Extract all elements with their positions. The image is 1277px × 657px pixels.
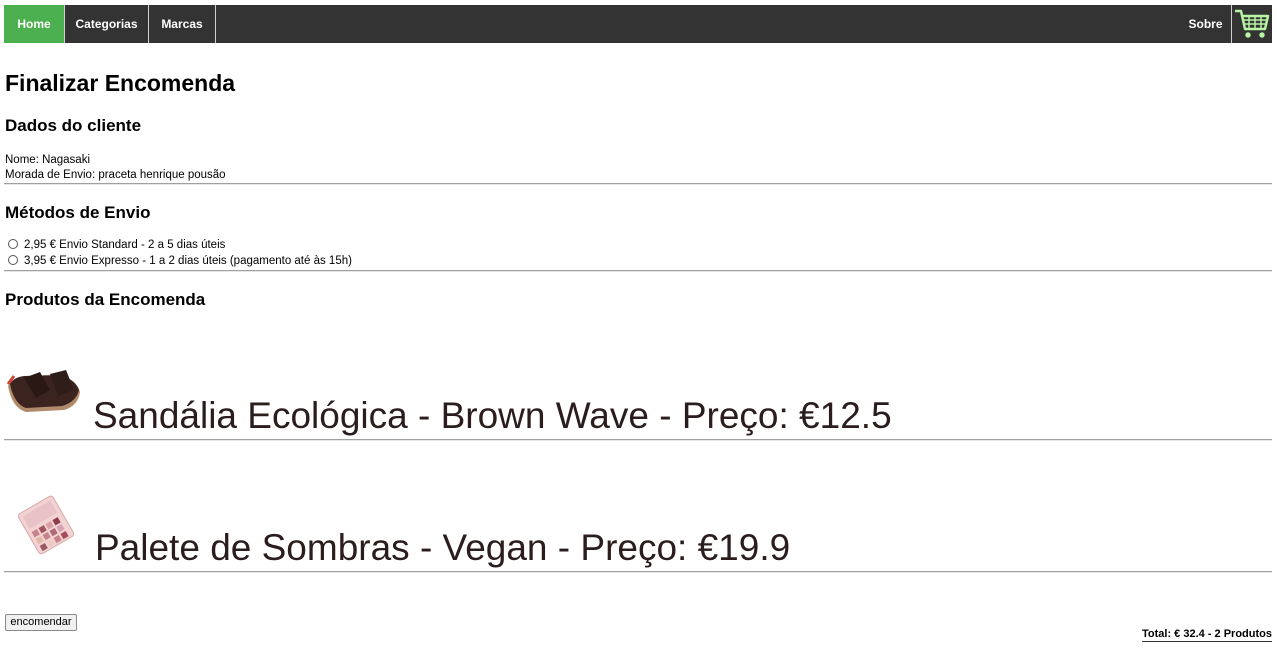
divider [4,439,1272,441]
radio-button[interactable] [8,255,18,265]
envio-option-label: 3,95 € Envio Expresso - 1 a 2 dias úteis… [24,255,352,267]
product-title: Palete de Sombras - Vegan - Preço: €19.9 [95,527,791,568]
envio-option-expresso[interactable]: 3,95 € Envio Expresso - 1 a 2 dias úteis… [8,254,352,269]
nav-sobre[interactable]: Sobre [1180,5,1232,43]
order-total: Total: € 32.4 - 2 Produtos [1142,628,1272,642]
nav-categorias[interactable]: Categorias [64,5,149,43]
envio-option-label: 2,95 € Envio Standard - 2 a 5 dias úteis [24,239,226,251]
navbar: Home Categorias Marcas Sobre [4,5,1272,43]
encomendar-button[interactable]: encomendar [5,614,77,631]
radio-button[interactable] [8,239,18,249]
envio-option-standard[interactable]: 2,95 € Envio Standard - 2 a 5 dias úteis [8,238,225,253]
page-title: Finalizar Encomenda [5,70,236,96]
product-title: Sandália Ecológica - Brown Wave - Preço:… [93,395,892,436]
cliente-morada: Morada de Envio: praceta henrique pousão [5,169,226,181]
envio-heading: Métodos de Envio [5,203,151,222]
eyeshadow-palette-image [18,495,74,555]
cliente-heading: Dados do cliente [5,116,142,135]
divider [4,571,1272,573]
cart-button[interactable] [1232,5,1272,43]
nav-home[interactable]: Home [4,5,64,43]
shopping-cart-icon [1235,9,1270,38]
nav-marcas[interactable]: Marcas [149,5,216,43]
produtos-heading: Produtos da Encomenda [5,290,206,309]
divider [4,183,1272,185]
cliente-nome: Nome: Nagasaki [5,154,91,166]
divider [4,270,1272,272]
sandal-image [6,370,80,412]
